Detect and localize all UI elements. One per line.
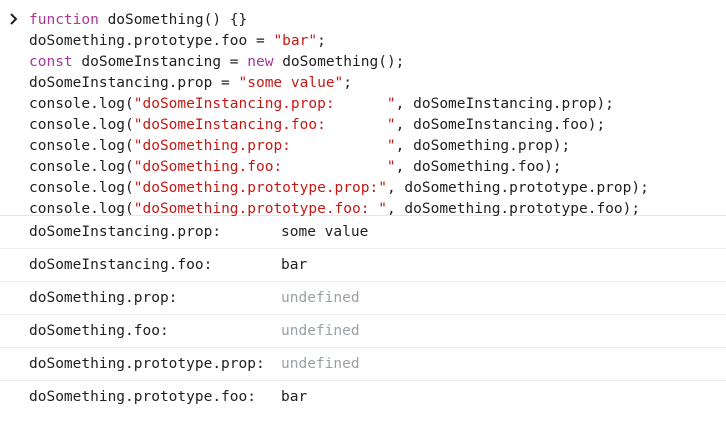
code-token: "doSomething.prototype.prop:" [133,180,387,196]
code-line: console.log("doSomeInstancing.prop: ", d… [29,94,726,115]
code-token: function [29,12,99,28]
code-token: ; [343,75,353,91]
code-token: console.log( [29,201,134,217]
code-token: "doSomeInstancing.prop: " [133,96,396,112]
code-block: function doSomething() {} doSomething.pro… [29,10,726,220]
output-value: bar [281,257,308,273]
code-token: console.log( [29,138,134,154]
code-line: function doSomething() {} [29,10,726,31]
output-value: undefined [281,356,360,372]
console-output-row: doSomething.prop: undefined [0,282,726,315]
code-token: "doSomething.foo: " [133,159,396,175]
devtools-console: function doSomething() {} doSomething.pro… [0,0,726,425]
code-token: console.log( [29,180,134,196]
output-value: undefined [281,323,360,339]
console-output-list: doSomeInstancing.prop: some value doSomeIn… [0,216,726,414]
code-token: doSomething(); [273,54,405,70]
output-label: doSomething.foo: [29,323,169,339]
code-token: , doSomething.prop); [395,138,571,154]
output-value: some value [281,224,369,240]
code-line: console.log("doSomething.prop: ", doSome… [29,136,726,157]
code-token: console.log( [29,159,134,175]
code-token: "bar" [273,33,318,49]
code-token: , doSomeInstancing.foo); [395,117,606,133]
code-line: console.log("doSomeInstancing.foo: ", do… [29,115,726,136]
console-output-row: doSomeInstancing.prop: some value [0,216,726,249]
code-token: , doSomething.foo); [395,159,562,175]
code-line: doSomeInstancing.prop = "some value"; [29,73,726,94]
output-value: undefined [281,290,360,306]
chevron-right-icon [10,13,18,25]
console-output-row: doSomething.prototype.prop: undefined [0,348,726,381]
output-label: doSomething.prop: [29,290,178,306]
code-token: new [247,54,274,70]
code-token: console.log( [29,96,134,112]
code-token: doSomething() {} [98,12,248,28]
code-token: "doSomething.prototype.foo: " [133,201,387,217]
output-label: doSomething.prototype.prop: [29,356,265,372]
code-token: "some value" [238,75,344,91]
code-token: doSomeInstancing = [72,54,248,70]
output-value: bar [281,389,308,405]
output-label: doSomeInstancing.prop: [29,224,222,240]
output-label: doSomeInstancing.foo: [29,257,213,273]
code-line: const doSomeInstancing = new doSomething… [29,52,726,73]
code-token: doSomeInstancing.prop = [29,75,239,91]
console-output-row: doSomething.foo: undefined [0,315,726,348]
code-token: "doSomething.prop: " [133,138,396,154]
code-token: const [29,54,73,70]
console-output-row: doSomeInstancing.foo: bar [0,249,726,282]
console-input-entry[interactable]: function doSomething() {} doSomething.pro… [0,0,726,217]
code-token: , doSomething.prototype.prop); [386,180,649,196]
code-token: ; [317,33,326,49]
code-token: "doSomeInstancing.foo: " [133,117,396,133]
console-output-row: doSomething.prototype.foo: bar [0,381,726,414]
code-line: console.log("doSomething.foo: ", doSomet… [29,157,726,178]
code-line: console.log("doSomething.prototype.prop:… [29,178,726,199]
output-label: doSomething.prototype.foo: [29,389,256,405]
code-token: console.log( [29,117,134,133]
code-token: doSomething.prototype.foo = [29,33,274,49]
code-token: , doSomeInstancing.prop); [395,96,614,112]
code-line: doSomething.prototype.foo = "bar"; [29,31,726,52]
code-token: , doSomething.prototype.foo); [386,201,641,217]
